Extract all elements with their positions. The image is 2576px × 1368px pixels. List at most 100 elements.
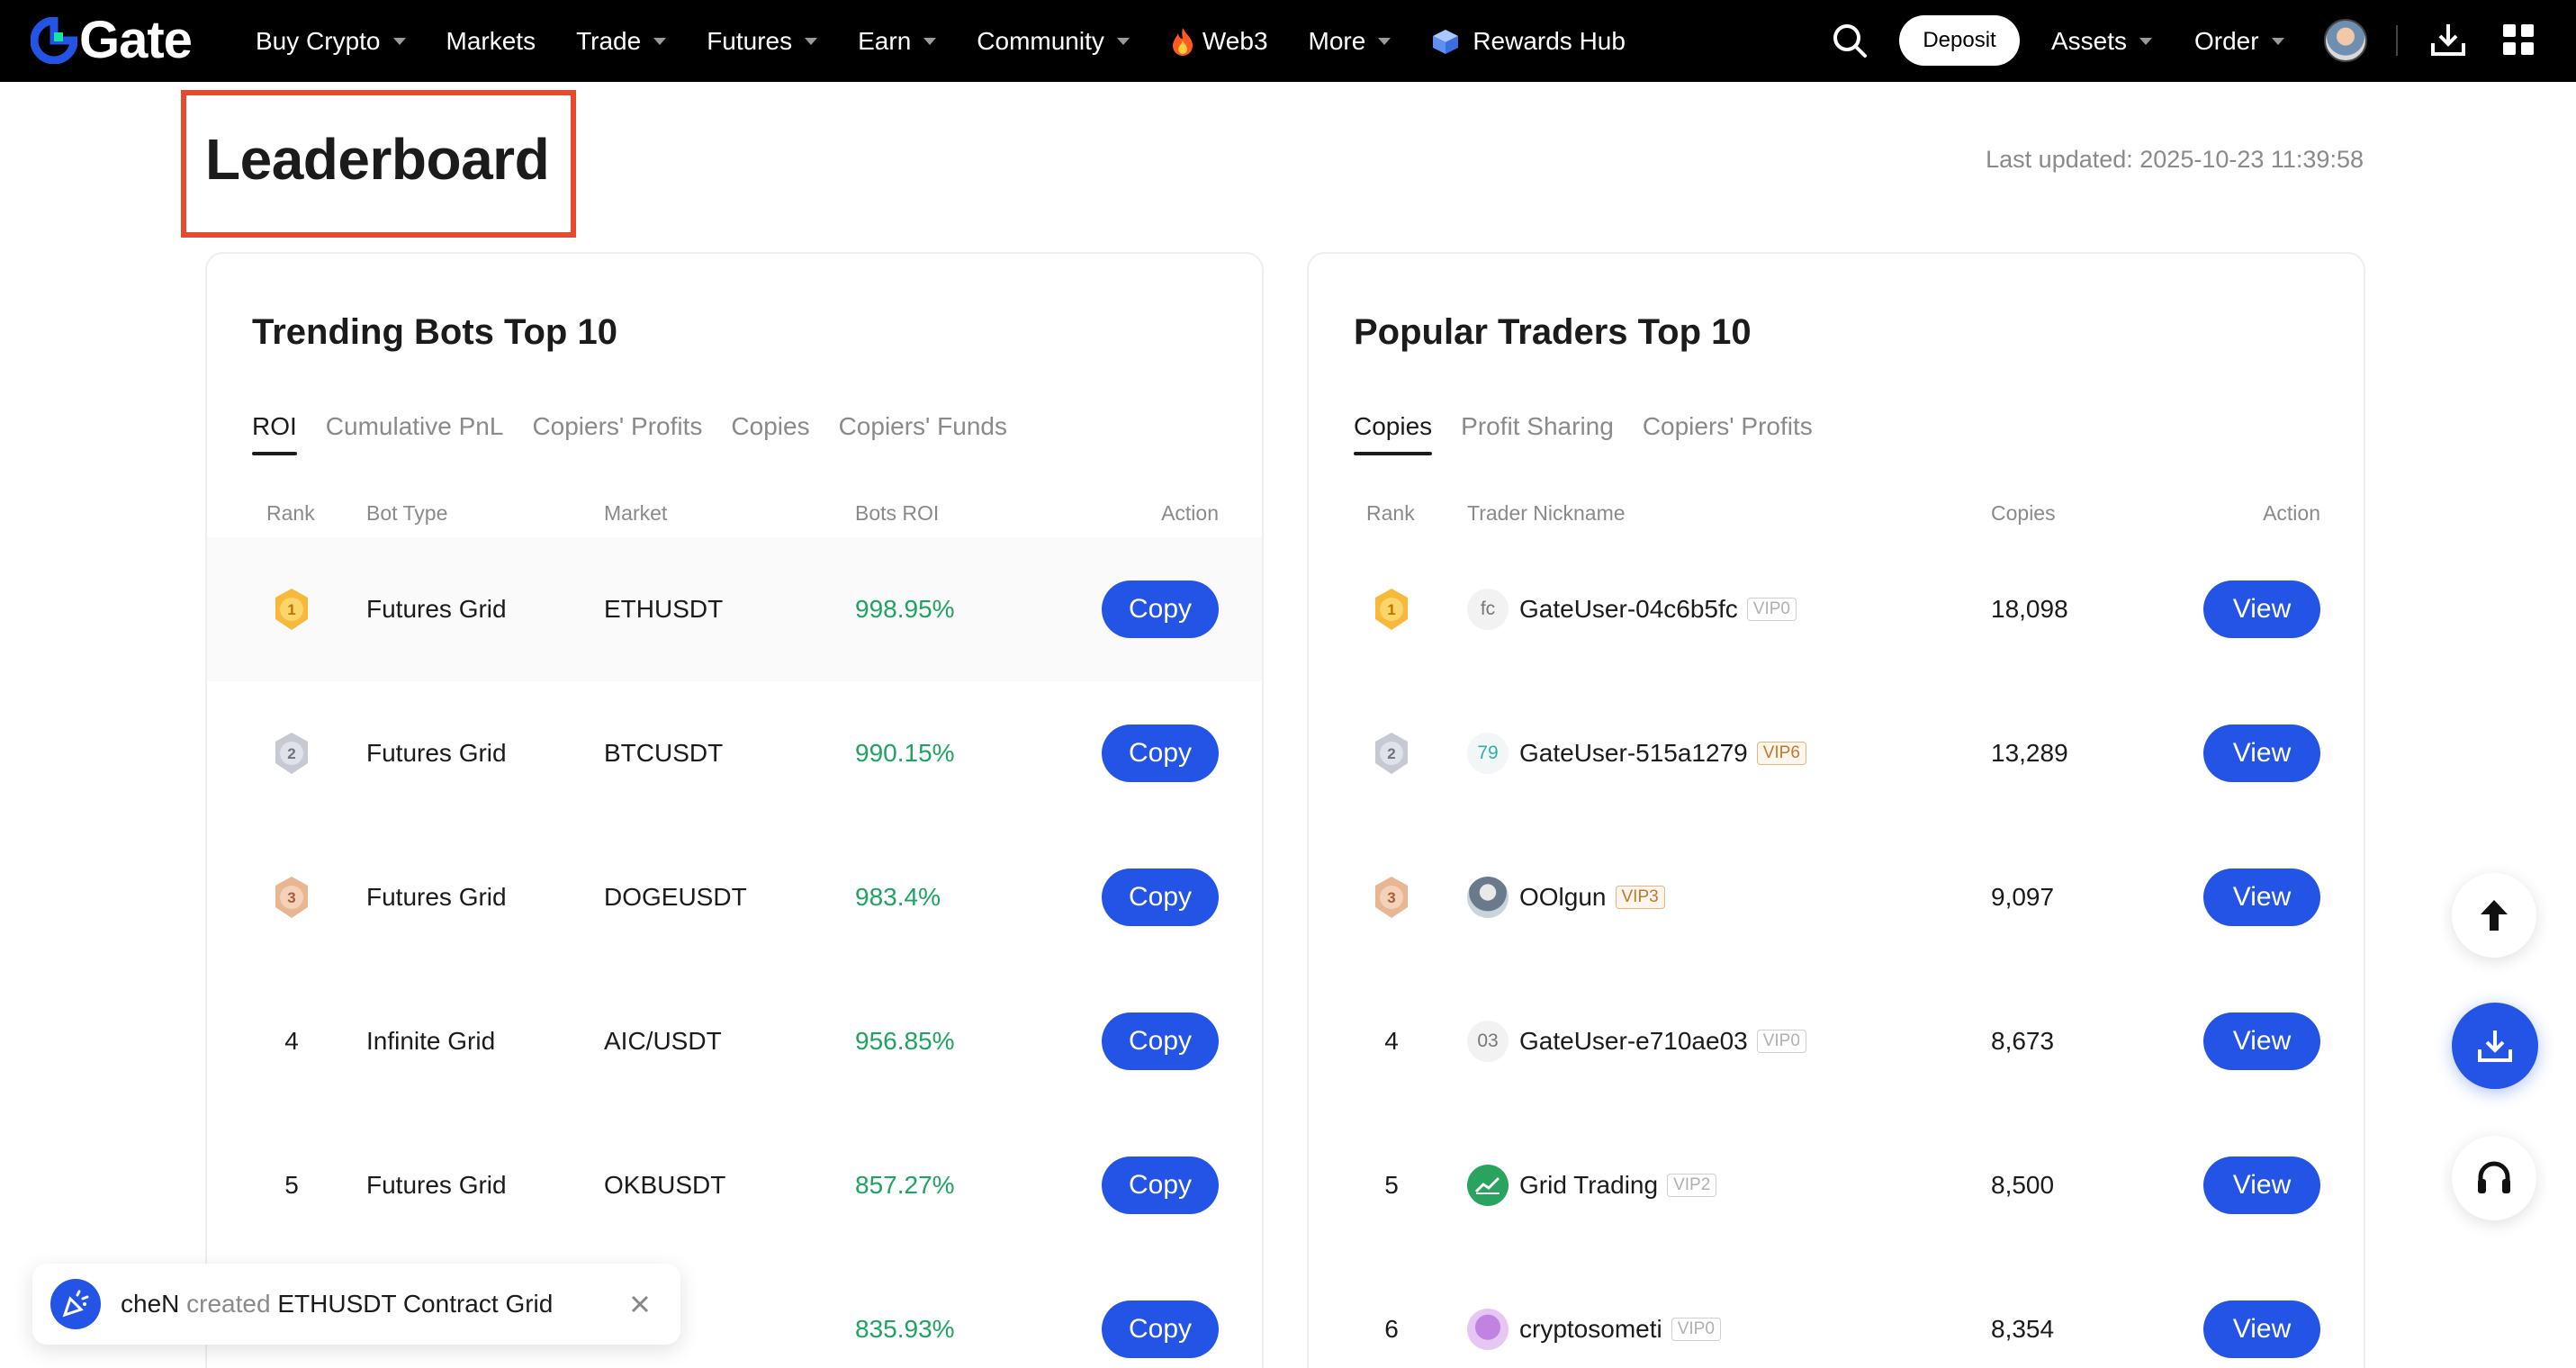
bots-roi: 990.15% (855, 739, 955, 767)
nav-assets[interactable]: Assets (2051, 0, 2153, 82)
col-bots-roi: Bots ROI (855, 501, 940, 525)
user-avatar[interactable] (2324, 19, 2367, 62)
close-icon[interactable] (626, 1291, 653, 1318)
bots-roi: 835.93% (855, 1315, 955, 1343)
toast-message: cheN created ETHUSDT Contract Grid (121, 1290, 553, 1318)
tab-profit-sharing[interactable]: Profit Sharing (1461, 409, 1614, 463)
trader-nickname-cell[interactable]: 79 GateUser-515a1279 VIP6 (1467, 681, 1806, 825)
page: Gate Buy Crypto Markets Trade Futures Ea… (0, 0, 2576, 1368)
view-button[interactable]: View (2203, 1012, 2320, 1070)
trader-name: GateUser-515a1279 (1519, 739, 1748, 767)
rank-cell: 5 (1372, 1113, 1411, 1257)
nav-rewards-hub[interactable]: Rewards Hub (1431, 0, 1626, 82)
nav-web3[interactable]: Web3 (1170, 0, 1268, 82)
scroll-to-top-button[interactable] (2452, 873, 2536, 958)
tab-copiers-funds[interactable]: Copiers' Funds (839, 409, 1007, 463)
medal-rank-number: 1 (1387, 601, 1395, 618)
rank-cell: 3 (1372, 825, 1411, 969)
trader-avatar: 03 (1467, 1021, 1509, 1062)
nav-buy-crypto[interactable]: Buy Crypto (256, 0, 406, 82)
table-row: 6 cryptosometi VIP0 8,354 View (1309, 1257, 2364, 1368)
traders-tabs: Copies Profit Sharing Copiers' Profits (1354, 409, 1842, 463)
col-trader-action: Action (2263, 501, 2320, 525)
col-market: Market (604, 501, 668, 525)
bots-roi: 956.85% (855, 1027, 955, 1055)
bot-type: Futures Grid (366, 1171, 507, 1199)
nav-community-label: Community (977, 26, 1104, 55)
tab-copiers-profits[interactable]: Copiers' Profits (532, 409, 702, 463)
download-icon[interactable] (2430, 22, 2466, 58)
view-button[interactable]: View (2203, 724, 2320, 782)
nav-community[interactable]: Community (977, 0, 1130, 82)
headset-icon (2478, 1161, 2510, 1193)
copy-button[interactable]: Copy (1102, 868, 1219, 926)
rank-number: 4 (1384, 1027, 1399, 1055)
trader-nickname-cell[interactable]: OOlgun VIP3 (1467, 825, 1665, 969)
bot-type: Futures Grid (366, 595, 507, 623)
copy-button[interactable]: Copy (1102, 1012, 1219, 1070)
app-download-button[interactable] (2452, 1003, 2538, 1089)
rank-cell: 1 (1372, 537, 1411, 681)
nav-earn[interactable]: Earn (858, 0, 937, 82)
nav-futures-label: Futures (707, 26, 793, 55)
toast-verb: created (186, 1290, 271, 1318)
view-button[interactable]: View (2203, 580, 2320, 638)
nav-menu: Buy Crypto Markets Trade Futures Earn Co… (256, 0, 1666, 82)
bots-roi: 983.4% (855, 883, 941, 911)
avatar-initials: 79 (1477, 742, 1499, 763)
chevron-down-icon (923, 37, 937, 45)
trader-nickname-cell[interactable]: fc GateUser-04c6b5fc VIP0 (1467, 537, 1797, 681)
tab-trader-copies[interactable]: Copies (1354, 409, 1433, 463)
nav-earn-label: Earn (858, 26, 912, 55)
action-cell: Copy (1102, 1257, 1219, 1368)
rewards-box-icon (1433, 29, 1459, 54)
search-icon[interactable] (1831, 22, 1869, 59)
gate-logo[interactable]: Gate (31, 11, 193, 69)
tab-cumulative-pnl[interactable]: Cumulative PnL (326, 409, 504, 463)
table-row: 3 OOlgun VIP3 9,097 View (1309, 825, 2364, 969)
rank-medal-icon: 1 (1375, 589, 1408, 630)
table-row: 1 fc GateUser-04c6b5fc VIP0 18,098 View (1309, 537, 2364, 681)
support-button[interactable] (2452, 1136, 2536, 1220)
market: OKBUSDT (604, 1171, 726, 1199)
rank-number: 5 (284, 1171, 299, 1199)
logo-text: Gate (79, 11, 193, 69)
trader-name: OOlgun (1519, 883, 1607, 911)
copy-button[interactable]: Copy (1102, 724, 1219, 782)
nav-trade[interactable]: Trade (576, 0, 667, 82)
download-icon (2478, 1030, 2512, 1062)
trader-avatar (1467, 877, 1509, 918)
trader-name: Grid Trading (1519, 1171, 1659, 1199)
view-button[interactable]: View (2203, 1300, 2320, 1358)
last-updated: Last updated: 2025-10-23 11:39:58 (1986, 146, 2364, 173)
action-cell: Copy (1102, 825, 1219, 969)
chevron-down-icon (2271, 37, 2284, 45)
trader-nickname-cell[interactable]: Grid Trading VIP2 (1467, 1113, 1717, 1257)
tab-trader-copiers-profits[interactable]: Copiers' Profits (1643, 409, 1813, 463)
copy-button[interactable]: Copy (1102, 1300, 1219, 1358)
action-cell: View (2203, 1257, 2320, 1368)
nav-futures[interactable]: Futures (707, 0, 818, 82)
traders-table-header: Rank Trader Nickname Copies Action (1309, 501, 2364, 537)
rank-cell: 3 (272, 825, 311, 969)
apps-grid-icon[interactable] (2502, 23, 2535, 56)
view-button[interactable]: View (2203, 1156, 2320, 1214)
trader-copies: 13,289 (1991, 739, 2068, 767)
col-trader-rank: Rank (1366, 501, 1415, 525)
nav-more[interactable]: More (1309, 0, 1392, 82)
tab-roi[interactable]: ROI (252, 409, 297, 463)
nav-markets[interactable]: Markets (446, 0, 536, 82)
chevron-down-icon (653, 37, 667, 45)
nav-order[interactable]: Order (2194, 0, 2284, 82)
trader-avatar (1467, 1309, 1509, 1350)
trader-nickname-cell[interactable]: 03 GateUser-e710ae03 VIP0 (1467, 969, 1806, 1113)
copy-button[interactable]: Copy (1102, 1156, 1219, 1214)
deposit-button[interactable]: Deposit (1899, 15, 2020, 66)
tab-copies[interactable]: Copies (731, 409, 809, 463)
trader-nickname-cell[interactable]: cryptosometi VIP0 (1467, 1257, 1721, 1368)
view-button[interactable]: View (2203, 868, 2320, 926)
gate-logo-icon (31, 17, 77, 64)
table-row: 4 Infinite Grid AIC/USDT 956.85% Copy (207, 969, 1262, 1113)
rank-medal-icon: 3 (1375, 877, 1408, 918)
copy-button[interactable]: Copy (1102, 580, 1219, 638)
